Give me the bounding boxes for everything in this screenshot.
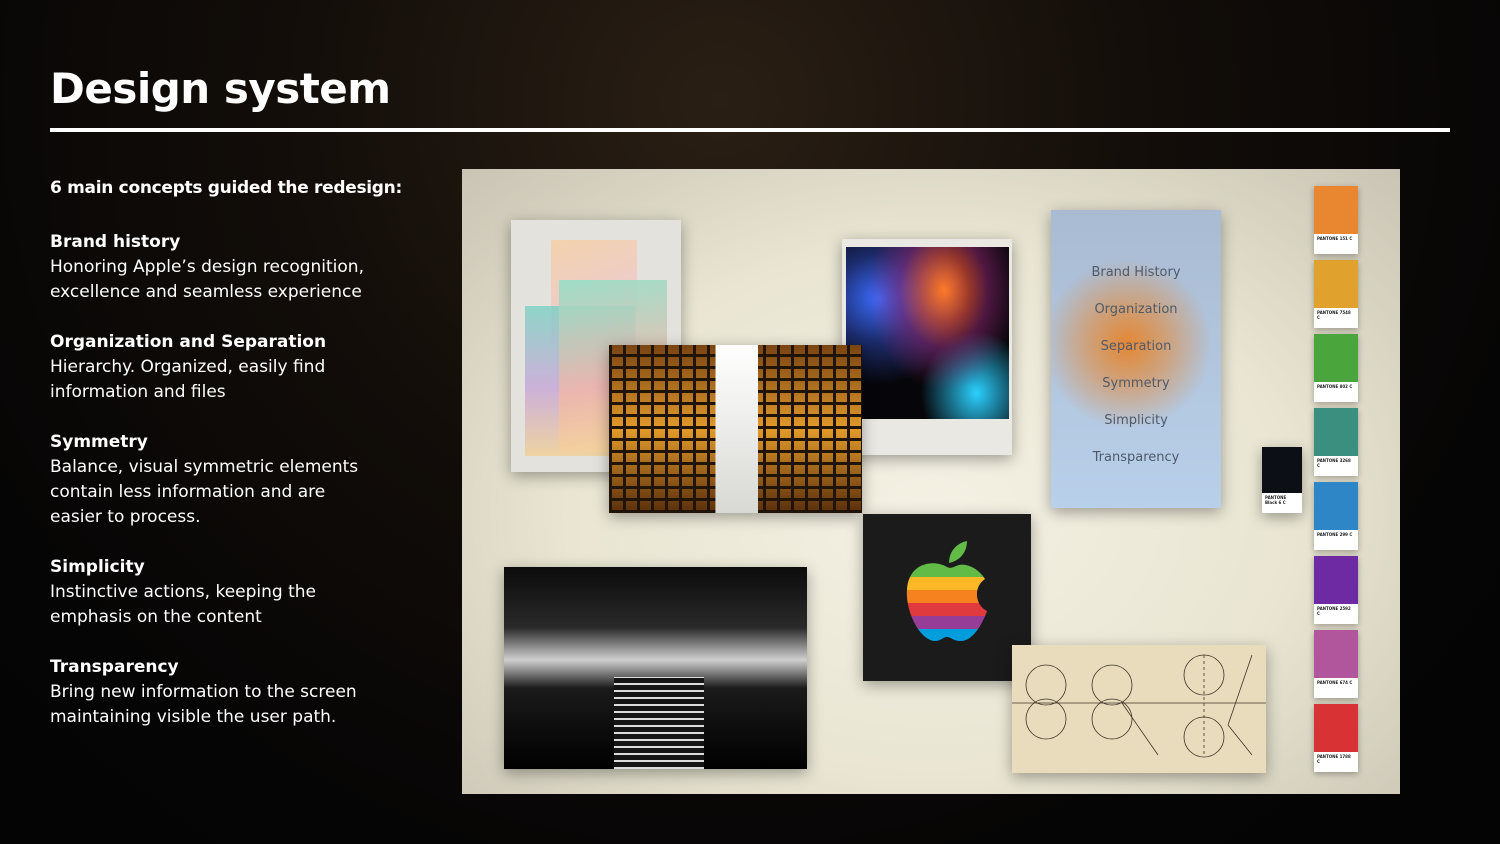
pantone-swatch: PANTONE 1788 C bbox=[1314, 704, 1358, 772]
label-separation: Separation bbox=[1100, 339, 1172, 354]
concept-description: Balance, visual symmetric elements conta… bbox=[50, 457, 359, 527]
swatch-color bbox=[1314, 186, 1358, 234]
title-divider bbox=[50, 128, 1450, 132]
swatch-label: PANTONE Black 6 C bbox=[1265, 495, 1287, 505]
concept-heading: Transparency bbox=[50, 657, 179, 677]
label-organization: Organization bbox=[1094, 302, 1178, 317]
concept-label-list: Brand History Organization Separation Sy… bbox=[1051, 254, 1221, 476]
pantone-swatch: PANTONE 2592 C bbox=[1314, 556, 1358, 624]
concept-description: Bring new information to the screen main… bbox=[50, 682, 357, 727]
concepts-panel: 6 main concepts guided the redesign: Bra… bbox=[50, 178, 410, 755]
pantone-swatch: PANTONE 674 C bbox=[1314, 630, 1358, 698]
swatch-color bbox=[1314, 556, 1358, 604]
pantone-swatch: PANTONE 151 C bbox=[1314, 186, 1358, 254]
concept-heading: Organization and Separation bbox=[50, 332, 327, 352]
swatch-label: PANTONE 3268 C bbox=[1317, 458, 1351, 468]
apple-logo bbox=[903, 539, 991, 653]
skyscraper-photo bbox=[609, 345, 862, 513]
swatch-label: PANTONE 7548 C bbox=[1317, 310, 1351, 320]
label-simplicity: Simplicity bbox=[1104, 413, 1168, 428]
label-brand-history: Brand History bbox=[1091, 265, 1181, 280]
swatch-label: PANTONE 674 C bbox=[1317, 680, 1353, 685]
moodboard: Brand History Organization Separation Sy… bbox=[462, 169, 1400, 794]
concept-heading: Symmetry bbox=[50, 432, 148, 452]
concepts-label-card: Brand History Organization Separation Sy… bbox=[1051, 210, 1221, 508]
concept-description: Honoring Apple’s design recognition, exc… bbox=[50, 257, 364, 302]
swatch-color bbox=[1314, 482, 1358, 530]
swatch-color bbox=[1314, 630, 1358, 678]
escalator-photo bbox=[504, 567, 807, 769]
concept-description: Instinctive actions, keeping the emphasi… bbox=[50, 582, 316, 627]
concept-organization: Organization and Separation Hierarchy. O… bbox=[50, 330, 410, 405]
swatch-label: PANTONE 151 C bbox=[1317, 236, 1353, 241]
swatch-color bbox=[1314, 704, 1358, 752]
concept-transparency: Transparency Bring new information to th… bbox=[50, 655, 410, 730]
concept-brand-history: Brand history Honoring Apple’s design re… bbox=[50, 230, 410, 305]
escalator-steps bbox=[614, 677, 704, 769]
concept-simplicity: Simplicity Instinctive actions, keeping … bbox=[50, 555, 410, 630]
concept-symmetry: Symmetry Balance, visual symmetric eleme… bbox=[50, 430, 410, 530]
concept-heading: Simplicity bbox=[50, 557, 145, 577]
label-transparency: Transparency bbox=[1092, 450, 1180, 465]
swatch-label: PANTONE 2592 C bbox=[1317, 606, 1351, 616]
swatch-color bbox=[1314, 260, 1358, 308]
pantone-swatch: PANTONE 7548 C bbox=[1314, 260, 1358, 328]
swatch-label: PANTONE 802 C bbox=[1317, 384, 1353, 389]
color-explosion-image bbox=[846, 247, 1009, 419]
concept-heading: Brand history bbox=[50, 232, 181, 252]
page-title: Design system bbox=[50, 64, 391, 113]
geometry-sketch bbox=[1012, 654, 1266, 758]
color-explosion-card bbox=[842, 239, 1012, 455]
geometry-sketch-card bbox=[1012, 645, 1266, 773]
concept-description: Hierarchy. Organized, easily find inform… bbox=[50, 357, 326, 402]
pantone-swatch: PANTONE 802 C bbox=[1314, 334, 1358, 402]
sky-gap bbox=[716, 345, 758, 513]
concepts-intro: 6 main concepts guided the redesign: bbox=[50, 178, 402, 198]
pantone-swatch: PANTONE 3268 C bbox=[1314, 408, 1358, 476]
pantone-black-swatch: PANTONE Black 6 C bbox=[1262, 447, 1302, 513]
swatch-color bbox=[1314, 334, 1358, 382]
label-symmetry: Symmetry bbox=[1102, 376, 1170, 391]
swatch-color bbox=[1314, 408, 1358, 456]
rainbow-apple-logo-card bbox=[863, 514, 1031, 681]
swatch-color bbox=[1262, 447, 1302, 493]
pantone-swatch: PANTONE 299 C bbox=[1314, 482, 1358, 550]
swatch-label: PANTONE 299 C bbox=[1317, 532, 1353, 537]
swatch-label: PANTONE 1788 C bbox=[1317, 754, 1351, 764]
